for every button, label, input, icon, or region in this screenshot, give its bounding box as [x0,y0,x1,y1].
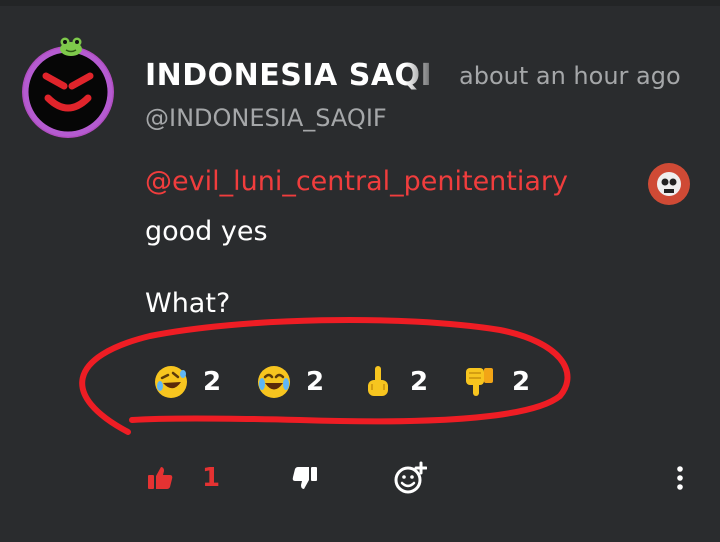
post-body-line: good yes [145,216,268,247]
reaction-count: 2 [306,367,325,397]
mention-link[interactable]: @evil_luni_central_penitentiary [145,166,568,197]
name-fade [405,56,443,98]
reaction-count: 2 [203,367,222,397]
thumbs-up-icon [148,467,173,489]
skull-icon [649,164,689,204]
thumbs-down-icon [292,467,317,489]
middle-finger-emoji-icon [368,366,388,396]
like-button[interactable]: 1 [146,460,220,496]
reaction-chip[interactable]: 2 [153,362,221,402]
author-name[interactable]: INDONESIA SAQIF [145,58,435,98]
more-options-button[interactable] [672,460,688,496]
reaction-chip[interactable]: 2 [462,362,530,402]
frog-badge-icon [60,37,82,56]
more-vertical-icon [677,466,683,490]
author-handle[interactable]: @INDONESIA_SAQIF [145,104,387,132]
like-count: 1 [202,463,221,493]
reaction-chip[interactable]: 2 [360,362,428,402]
post-body-line: What? [145,288,231,319]
reaction-count: 2 [410,367,429,397]
add-reaction-button[interactable] [393,460,427,496]
angry-face-icon [23,47,113,137]
timestamp: about an hour ago [459,62,681,90]
reaction-chip[interactable]: 2 [256,362,324,402]
add-reaction-icon [394,461,427,494]
rolling-laughing-emoji-icon [155,366,187,398]
dislike-button[interactable] [291,460,319,496]
reaction-count: 2 [512,367,531,397]
thumbs-down-emoji-icon [466,368,493,396]
mentioned-user-avatar[interactable] [648,163,690,205]
top-divider [0,0,720,6]
tears-of-joy-emoji-icon [258,366,290,398]
avatar[interactable] [22,46,114,138]
